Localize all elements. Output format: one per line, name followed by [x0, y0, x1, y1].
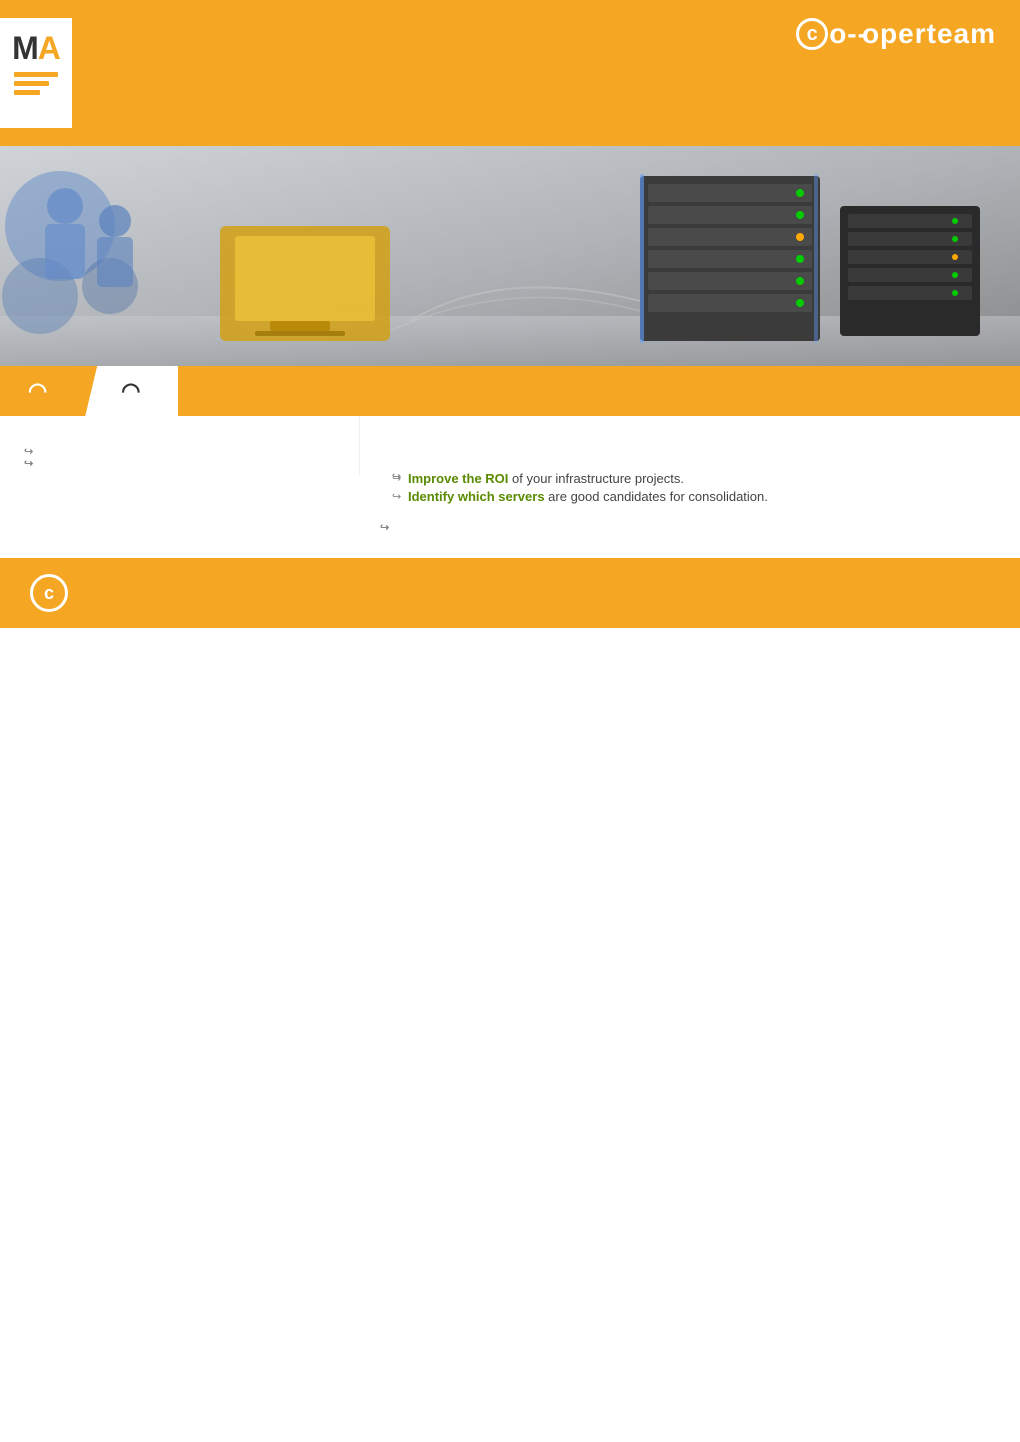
footer-wrapper: c	[0, 538, 1020, 628]
cooperteam-rest: operteam	[862, 18, 996, 50]
logo-line-1	[14, 72, 58, 77]
main-content: Improve the ROI of your infrastructure p…	[0, 416, 1020, 538]
ma-logo-lines	[14, 72, 58, 95]
introduction-column: Improve the ROI of your infrastructure p…	[360, 416, 1020, 538]
benefits-column	[0, 416, 360, 476]
benefits-tab: ◠	[0, 366, 85, 416]
benefits-icon: ◠	[28, 378, 47, 404]
page-header: MA c o-- operteam	[0, 0, 1020, 146]
hero-image	[0, 146, 1020, 366]
cooperteam-logo: c o-- operteam	[796, 18, 996, 52]
header-left: MA	[0, 18, 90, 128]
cooperteam-name-row: c o-- operteam	[796, 18, 996, 50]
cooperteam-circle-c: c	[796, 18, 828, 50]
ma-initials: MA	[12, 32, 60, 64]
list-item: Identify which servers are good candidat…	[392, 489, 996, 504]
introduction-tab: ◠	[85, 366, 178, 416]
logo-line-3	[14, 90, 40, 95]
ma-logo-box: MA	[0, 18, 72, 128]
intro-green-bullets: Improve the ROI of your infrastructure p…	[392, 471, 996, 504]
list-item: Improve the ROI of your infrastructure p…	[392, 471, 996, 486]
section-headers-bar: ◠ ◠	[0, 366, 1020, 416]
footer-icon: c	[30, 574, 68, 612]
intro-headline	[380, 436, 996, 459]
hero-svg	[0, 146, 1020, 366]
logo-line-2	[14, 81, 49, 86]
introduction-icon: ◠	[121, 378, 140, 404]
page-footer: c	[0, 558, 1020, 628]
